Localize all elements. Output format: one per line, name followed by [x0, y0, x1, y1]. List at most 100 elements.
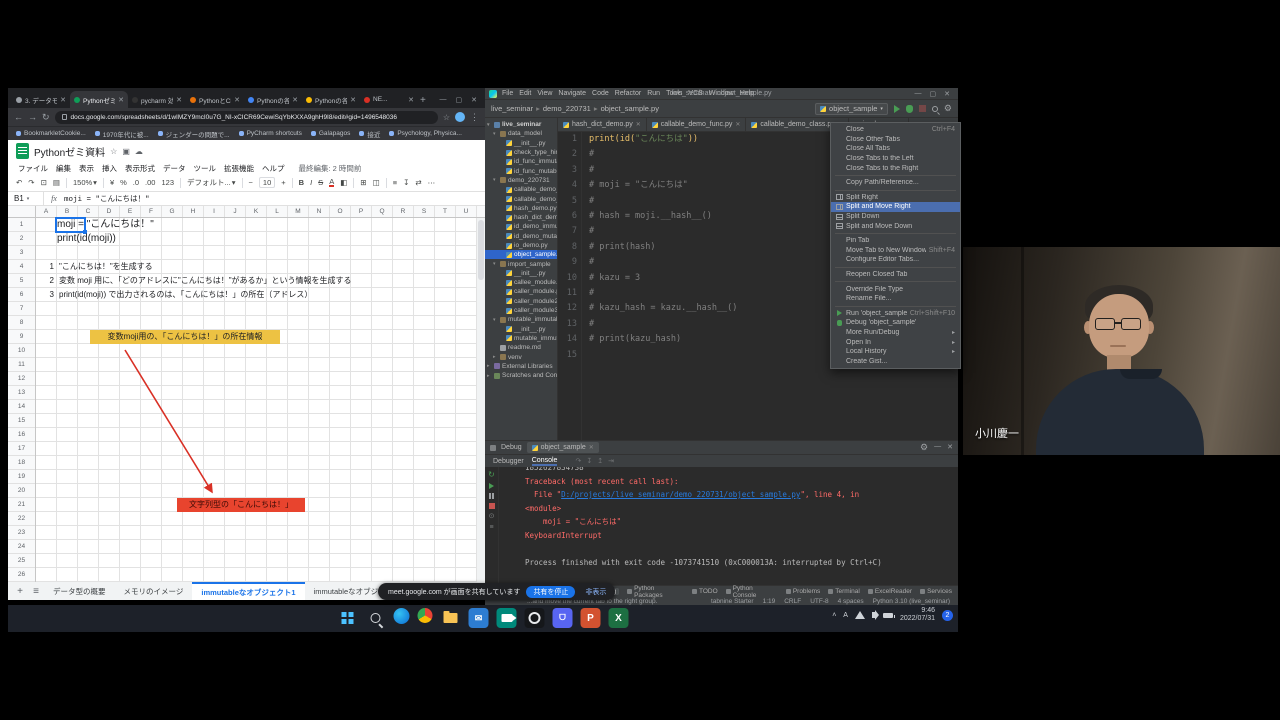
tree-item[interactable]: id_demo_immuta...: [485, 222, 557, 231]
tab-close-icon[interactable]: ✕: [408, 96, 414, 104]
rerun-icon[interactable]: ↻: [488, 471, 495, 479]
sheets-menu-ツール[interactable]: ツール: [194, 163, 217, 174]
context-menu-item[interactable]: Rename File...: [831, 294, 960, 304]
browser-tab[interactable]: Pythonの各種に...✕: [244, 91, 302, 108]
column-header[interactable]: J: [225, 206, 246, 217]
sheets-menu-表示形式[interactable]: 表示形式: [125, 163, 155, 174]
currency-icon[interactable]: ¥: [110, 178, 114, 187]
taskbar-search-icon[interactable]: [366, 608, 386, 628]
breadcrumb[interactable]: live_seminar: [491, 104, 533, 113]
row-header[interactable]: 22: [8, 512, 35, 526]
tool-button-todo[interactable]: TODO: [692, 588, 718, 595]
increase-decimal-icon[interactable]: .00: [145, 178, 155, 187]
sheets-menu-挿入[interactable]: 挿入: [102, 163, 117, 174]
view-breakpoints-icon[interactable]: ⊙: [489, 513, 495, 520]
sheets-menu-拡張機能[interactable]: 拡張機能: [224, 163, 254, 174]
column-header[interactable]: D: [99, 206, 120, 217]
tree-item[interactable]: caller_module.py: [485, 287, 557, 296]
stop-icon[interactable]: [489, 503, 495, 509]
row-header[interactable]: 10: [8, 344, 35, 358]
tab-close-icon[interactable]: ✕: [60, 96, 66, 104]
minimize-icon[interactable]: —: [440, 96, 447, 104]
increase-font-icon[interactable]: +: [281, 178, 285, 187]
taskbar-powerpoint-icon[interactable]: P: [581, 608, 601, 628]
row-header[interactable]: 26: [8, 568, 35, 582]
row-header[interactable]: 6: [8, 288, 35, 302]
row-header[interactable]: 9: [8, 330, 35, 344]
row-header[interactable]: 21: [8, 498, 35, 512]
browser-tab[interactable]: Pythonゼミ資料✕: [70, 91, 128, 108]
context-menu-item[interactable]: Local History▸: [831, 347, 960, 357]
zoom-select[interactable]: 150% ▾: [73, 178, 97, 187]
taskbar-obs-icon[interactable]: [525, 608, 545, 628]
battery-icon[interactable]: [883, 613, 893, 618]
column-header[interactable]: H: [183, 206, 204, 217]
tab-close-icon[interactable]: ✕: [118, 96, 124, 104]
column-header[interactable]: F: [141, 206, 162, 217]
bookmark-item[interactable]: ジェンダーの問題で...: [158, 129, 230, 139]
context-menu-item[interactable]: Configure Editor Tabs...: [831, 255, 960, 265]
context-menu-item[interactable]: Close Other Tabs: [831, 135, 960, 145]
tree-item[interactable]: mutable_immuta...: [485, 334, 557, 343]
close-icon[interactable]: ✕: [947, 443, 953, 452]
context-menu-item[interactable]: Reopen Closed Tab: [831, 270, 960, 280]
column-header[interactable]: N: [309, 206, 330, 217]
row-header[interactable]: 17: [8, 442, 35, 456]
maximize-icon[interactable]: ▢: [456, 96, 463, 104]
browser-tab[interactable]: NE...✕: [360, 91, 418, 108]
tree-item[interactable]: callee_module.py: [485, 278, 557, 287]
close-icon[interactable]: ✕: [944, 90, 950, 98]
taskbar-mail-icon[interactable]: ✉: [469, 608, 489, 628]
fill-color-icon[interactable]: ◧: [340, 178, 347, 187]
tree-item[interactable]: hash_dict_demo...: [485, 213, 557, 222]
row-header[interactable]: 19: [8, 470, 35, 484]
tab-close-icon[interactable]: ✕: [292, 96, 298, 104]
column-header[interactable]: S: [414, 206, 435, 217]
reload-icon[interactable]: ↻: [42, 112, 50, 123]
editor-tab[interactable]: hash_dict_demo.py✕: [558, 118, 647, 131]
minimize-icon[interactable]: —: [915, 90, 922, 98]
tree-item[interactable]: id_func_mutable...: [485, 166, 557, 175]
context-menu-item[interactable]: More Run/Debug▸: [831, 328, 960, 338]
bookmark-item[interactable]: BookmarkletCookie...: [16, 130, 86, 137]
tree-item[interactable]: hash_demo.py: [485, 204, 557, 213]
taskbar-chrome-icon[interactable]: [418, 608, 433, 623]
status-item[interactable]: CRLF: [784, 598, 801, 605]
context-menu-item[interactable]: Create Gist...: [831, 356, 960, 366]
tab-close-icon[interactable]: ✕: [176, 96, 182, 104]
tree-item[interactable]: readme.md: [485, 343, 557, 352]
menu-file[interactable]: File: [502, 90, 513, 97]
column-header[interactable]: E: [120, 206, 141, 217]
forward-icon[interactable]: →: [28, 112, 37, 122]
column-header[interactable]: R: [393, 206, 414, 217]
close-icon[interactable]: ✕: [589, 444, 594, 451]
row-header[interactable]: 1: [8, 218, 35, 232]
column-header[interactable]: M: [288, 206, 309, 217]
context-menu-item[interactable]: Pin Tab: [831, 236, 960, 246]
run-icon[interactable]: [894, 105, 900, 113]
new-tab-button[interactable]: +: [420, 95, 426, 106]
tree-item[interactable]: caller_module3...: [485, 306, 557, 315]
row-header[interactable]: 23: [8, 526, 35, 540]
context-menu-item[interactable]: Override File Type: [831, 284, 960, 294]
column-header[interactable]: G: [162, 206, 183, 217]
menu-code[interactable]: Code: [592, 90, 609, 97]
tree-item[interactable]: ▸External Libraries: [485, 362, 557, 371]
volume-icon[interactable]: [872, 612, 876, 618]
context-menu-item[interactable]: Split and Move Right: [831, 202, 960, 212]
paint-format-icon[interactable]: ▤: [53, 178, 60, 187]
context-menu-item[interactable]: Close Tabs to the Right: [831, 163, 960, 173]
tray-chevron-icon[interactable]: ˄: [832, 612, 836, 619]
pause-icon[interactable]: [489, 493, 494, 499]
context-menu-item[interactable]: Open In▸: [831, 337, 960, 347]
close-icon[interactable]: ✕: [471, 96, 477, 104]
all-sheets-icon[interactable]: ≡: [28, 586, 44, 597]
hide-banner-button[interactable]: 非表示: [581, 587, 610, 597]
decrease-decimal-icon[interactable]: .0: [133, 178, 139, 187]
row-header[interactable]: 5: [8, 274, 35, 288]
bookmark-item[interactable]: 1970年代に被...: [95, 129, 149, 139]
tree-item[interactable]: ▾data_model: [485, 129, 557, 138]
clock[interactable]: 9:46 2022/07/31: [900, 607, 935, 624]
tab-close-icon[interactable]: ✕: [234, 96, 240, 104]
run-config-select[interactable]: object_sample ▾: [815, 103, 888, 115]
